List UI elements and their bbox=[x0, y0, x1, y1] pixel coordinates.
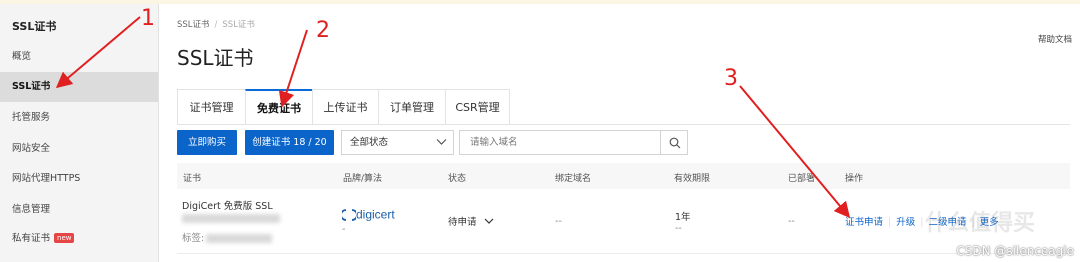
column-header-status: 状态 bbox=[448, 174, 467, 184]
annotation-arrow-3 bbox=[739, 85, 851, 219]
annotation-number-3: 3 bbox=[724, 66, 738, 91]
action-divider: | bbox=[920, 217, 924, 228]
cert-name[interactable]: DigiCert 免费版 SSL bbox=[182, 198, 273, 212]
tabs-divider bbox=[177, 124, 1070, 125]
tab-bar: 证书管理 免费证书 上传证书 订单管理 CSR管理 bbox=[177, 89, 510, 125]
breadcrumb-separator: / bbox=[214, 20, 218, 30]
cert-tag: 标签: bbox=[182, 230, 273, 244]
help-docs-link[interactable]: 帮助文档 bbox=[1038, 33, 1072, 45]
digicert-mark-icon bbox=[340, 208, 358, 221]
sidebar-item-ssl[interactable]: SSL证书 bbox=[0, 72, 158, 102]
status-select-value: 全部状态 bbox=[350, 137, 389, 148]
sidebar-item-label: 私有证书 bbox=[12, 233, 51, 244]
tab-upload-cert[interactable]: 上传证书 bbox=[312, 89, 378, 125]
chevron-down-icon bbox=[484, 218, 493, 224]
sidebar-item-overview[interactable]: 概览 bbox=[0, 42, 158, 72]
page-title: SSL证书 bbox=[177, 46, 254, 70]
breadcrumb-root[interactable]: SSL证书 bbox=[177, 20, 210, 30]
digicert-logo: digicert bbox=[340, 204, 395, 222]
table-header: 证书 品牌/算法 状态 绑定域名 有效期限 已部署 操作 bbox=[177, 163, 1070, 189]
row-divider bbox=[177, 253, 1070, 254]
sidebar-item-info[interactable]: 信息管理 bbox=[0, 195, 158, 225]
bound-domain: -- bbox=[555, 216, 562, 227]
sidebar: SSL证书 概览 SSL证书 托管服务 网站安全 网站代理HTTPS 信息管理 … bbox=[0, 4, 159, 262]
action-divider: | bbox=[888, 217, 892, 228]
breadcrumb: SSL证书 / SSL证书 bbox=[177, 18, 255, 30]
redacted-block bbox=[182, 214, 280, 223]
search-icon bbox=[669, 137, 681, 149]
csdn-watermark: CSDN @silenceagle bbox=[956, 244, 1074, 258]
sidebar-item-hosting[interactable]: 托管服务 bbox=[0, 103, 158, 133]
validity-dates: -- bbox=[675, 223, 682, 234]
column-header-deployed: 已部署 bbox=[788, 174, 816, 184]
sidebar-item-proxy-https[interactable]: 网站代理HTTPS bbox=[0, 164, 158, 194]
sidebar-item-private-cert[interactable]: 私有证书 new bbox=[0, 224, 158, 254]
upgrade-link[interactable]: 升级 bbox=[896, 217, 915, 228]
sidebar-title: SSL证书 bbox=[12, 20, 57, 33]
create-cert-button[interactable]: 创建证书 18 / 20 bbox=[245, 130, 334, 155]
column-header-cert: 证书 bbox=[183, 174, 202, 184]
cert-tag-prefix: 标签: bbox=[182, 233, 205, 244]
sidebar-item-label: 网站安全 bbox=[12, 143, 51, 154]
sidebar-item-label: 信息管理 bbox=[12, 204, 51, 215]
column-header-brand: 品牌/算法 bbox=[343, 174, 383, 184]
sidebar-item-label: 网站代理HTTPS bbox=[12, 173, 81, 184]
top-strip bbox=[0, 0, 1080, 4]
tab-cert-management[interactable]: 证书管理 bbox=[177, 89, 245, 125]
breadcrumb-current: SSL证书 bbox=[222, 20, 255, 30]
tab-order-management[interactable]: 订单管理 bbox=[378, 89, 445, 125]
column-header-domain: 绑定域名 bbox=[555, 174, 592, 184]
search-button[interactable] bbox=[660, 130, 688, 155]
validity-period: 1年 bbox=[675, 212, 691, 223]
apply-cert-link[interactable]: 证书申请 bbox=[845, 217, 883, 228]
sidebar-item-label: 概览 bbox=[12, 51, 32, 62]
brand-algorithm: - bbox=[342, 224, 346, 235]
annotation-number-1: 1 bbox=[141, 6, 155, 31]
digicert-wordmark: digicert bbox=[356, 207, 395, 222]
watermark-background-text: 什么值得买 bbox=[925, 211, 1036, 236]
status-select[interactable]: 全部状态 bbox=[341, 130, 454, 155]
tab-csr-management[interactable]: CSR管理 bbox=[445, 89, 510, 125]
tab-free-cert[interactable]: 免费证书 bbox=[245, 89, 312, 125]
domain-search-input[interactable] bbox=[459, 130, 661, 155]
chevron-down-icon bbox=[436, 139, 447, 145]
annotation-number-2: 2 bbox=[316, 18, 330, 43]
sidebar-item-label: 托管服务 bbox=[12, 112, 51, 123]
column-header-actions: 操作 bbox=[845, 174, 864, 184]
sidebar-item-label: SSL证书 bbox=[12, 81, 51, 92]
redacted-block bbox=[206, 234, 273, 243]
deployed-count: -- bbox=[788, 216, 795, 227]
cert-id-redacted bbox=[182, 213, 280, 224]
new-badge: new bbox=[54, 233, 75, 243]
sidebar-item-site-security[interactable]: 网站安全 bbox=[0, 134, 158, 164]
status-dropdown[interactable]: 待申请 bbox=[448, 214, 494, 228]
buy-now-button[interactable]: 立即购买 bbox=[177, 130, 237, 155]
status-text: 待申请 bbox=[448, 217, 477, 228]
column-header-validity: 有效期限 bbox=[674, 174, 711, 184]
